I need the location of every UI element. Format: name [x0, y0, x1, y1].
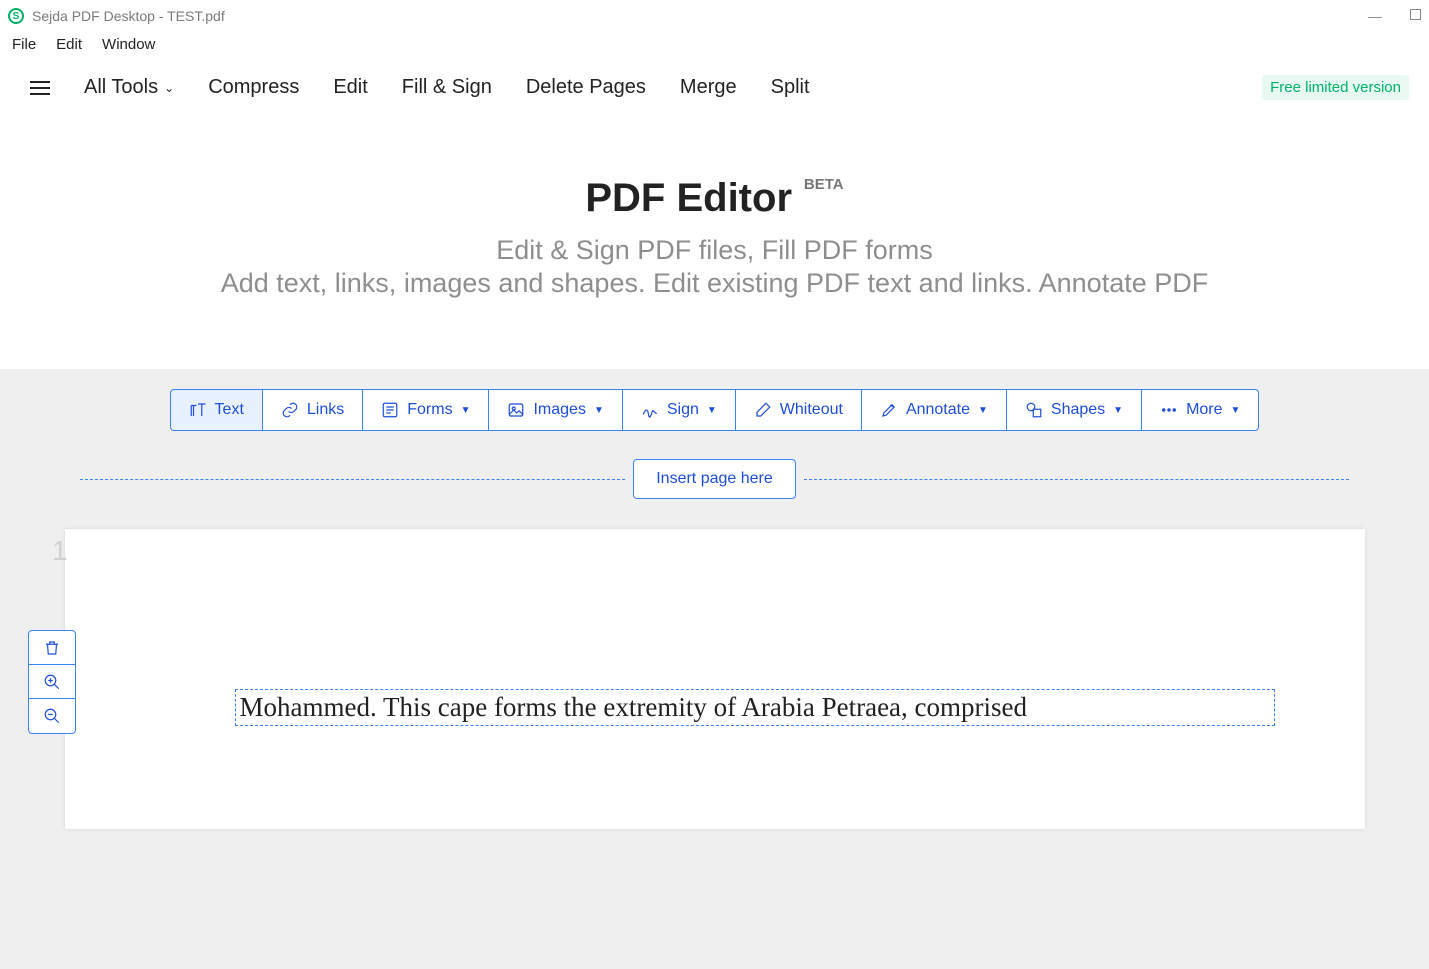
text-icon — [189, 401, 207, 419]
insert-page-button[interactable]: Insert page here — [633, 459, 796, 499]
hero-sub1: Edit & Sign PDF files, Fill PDF forms — [0, 235, 1429, 266]
titlebar: S Sejda PDF Desktop - TEST.pdf — ✕ — [0, 0, 1429, 32]
forms-icon — [381, 401, 399, 419]
hero-sub2: Add text, links, images and shapes. Edit… — [0, 268, 1429, 299]
worksurface: Text Links Forms ▼ Images ▼ Sign ▼ — [0, 369, 1429, 969]
shapes-icon — [1025, 401, 1043, 419]
eraser-icon — [754, 401, 772, 419]
hamburger-icon[interactable] — [30, 81, 50, 95]
insert-page-row: Insert page here — [80, 459, 1349, 499]
tool-text[interactable]: Text — [170, 389, 263, 431]
link-icon — [281, 401, 299, 419]
nav-compress[interactable]: Compress — [208, 76, 299, 99]
caret-down-icon: ▼ — [594, 405, 604, 416]
ellipsis-icon — [1160, 401, 1178, 419]
trash-icon — [43, 639, 61, 657]
tool-images[interactable]: Images ▼ — [488, 389, 622, 431]
menu-window[interactable]: Window — [102, 36, 155, 53]
tool-shapes[interactable]: Shapes ▼ — [1006, 389, 1142, 431]
tool-whiteout[interactable]: Whiteout — [735, 389, 862, 431]
nav-edit[interactable]: Edit — [333, 76, 367, 99]
free-version-badge: Free limited version — [1262, 75, 1409, 100]
nav-merge[interactable]: Merge — [680, 76, 737, 99]
zoom-out-icon — [43, 707, 61, 725]
minimize-button[interactable]: — — [1368, 9, 1382, 23]
caret-down-icon: ▼ — [1231, 405, 1241, 416]
zoom-in-button[interactable] — [29, 665, 75, 699]
page-title: PDF Editor — [585, 176, 792, 221]
tool-links[interactable]: Links — [262, 389, 363, 431]
annotate-icon — [880, 401, 898, 419]
image-icon — [507, 401, 525, 419]
app-icon: S — [8, 8, 24, 24]
menu-edit[interactable]: Edit — [56, 36, 82, 53]
pdf-page[interactable]: Mohammed. This cape forms the extremity … — [65, 529, 1365, 829]
page-wrap: 1 Mohammed. This cape forms the extremit… — [0, 529, 1429, 829]
pdf-text-selection[interactable]: Mohammed. This cape forms the extremity … — [235, 689, 1275, 726]
tool-more[interactable]: More ▼ — [1141, 389, 1259, 431]
sign-icon — [641, 401, 659, 419]
nav-all-tools[interactable]: All Tools ⌄ — [84, 76, 174, 99]
page-number: 1 — [52, 535, 68, 567]
tool-sign[interactable]: Sign ▼ — [622, 389, 736, 431]
window-controls: — ✕ — [1368, 9, 1421, 23]
nav-split[interactable]: Split — [771, 76, 810, 99]
dashed-line — [804, 479, 1349, 480]
caret-down-icon: ▼ — [707, 405, 717, 416]
maximize-button[interactable] — [1410, 9, 1421, 20]
tool-annotate[interactable]: Annotate ▼ — [861, 389, 1007, 431]
dashed-line — [80, 479, 625, 480]
menu-file[interactable]: File — [12, 36, 36, 53]
menubar: File Edit Window — [0, 32, 1429, 57]
nav-fill-sign[interactable]: Fill & Sign — [402, 76, 492, 99]
window-title: Sejda PDF Desktop - TEST.pdf — [32, 8, 225, 24]
caret-down-icon: ▼ — [978, 405, 988, 416]
hero: PDF Editor BETA Edit & Sign PDF files, F… — [0, 176, 1429, 299]
tool-strip: Text Links Forms ▼ Images ▼ Sign ▼ — [0, 389, 1429, 431]
topnav: All Tools ⌄ Compress Edit Fill & Sign De… — [0, 57, 1429, 118]
beta-badge: BETA — [804, 176, 844, 193]
nav-delete-pages[interactable]: Delete Pages — [526, 76, 646, 99]
zoom-out-button[interactable] — [29, 699, 75, 733]
chevron-down-icon: ⌄ — [164, 81, 174, 95]
delete-page-button[interactable] — [29, 631, 75, 665]
side-tools — [28, 630, 76, 734]
caret-down-icon: ▼ — [461, 405, 471, 416]
zoom-in-icon — [43, 673, 61, 691]
tool-forms[interactable]: Forms ▼ — [362, 389, 489, 431]
caret-down-icon: ▼ — [1113, 405, 1123, 416]
